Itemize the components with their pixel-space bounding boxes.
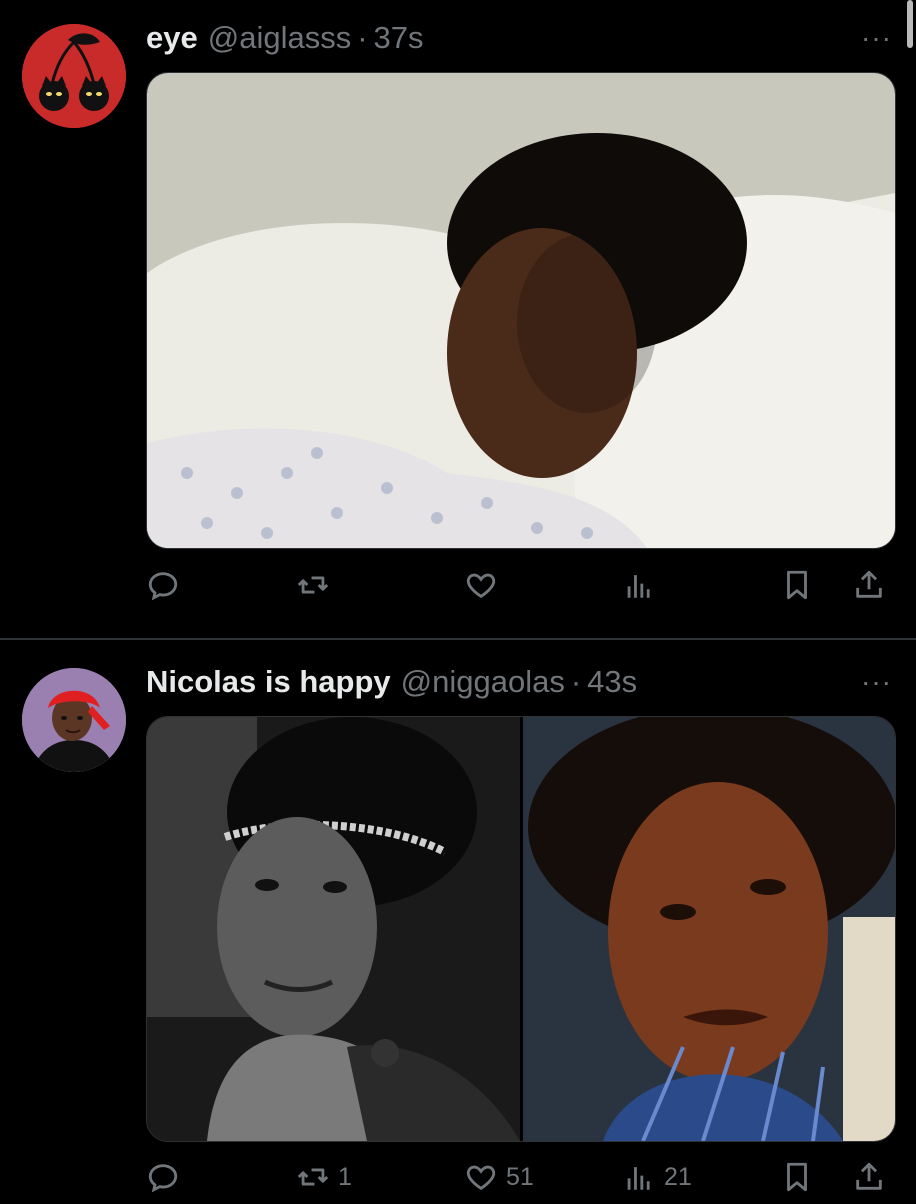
bookmark-button[interactable] xyxy=(780,1160,814,1194)
separator: · xyxy=(357,20,368,55)
share-icon xyxy=(856,1162,882,1190)
like-icon xyxy=(466,1165,496,1190)
cherry-cats-avatar-image xyxy=(22,24,126,128)
more-icon[interactable]: ··· xyxy=(861,22,892,54)
reply-button[interactable] xyxy=(146,568,188,602)
more-icon[interactable]: ··· xyxy=(861,666,892,698)
retweet-button[interactable] xyxy=(296,568,338,602)
photo-black-and-white-portrait[interactable] xyxy=(147,717,520,1141)
tweet-actions xyxy=(146,568,894,612)
photo-color-portrait[interactable] xyxy=(523,717,895,1141)
hospital-bed-photo-image xyxy=(147,73,895,548)
reply-button[interactable] xyxy=(146,1160,188,1194)
bookmark-icon xyxy=(787,570,807,600)
bw-portrait-photo-image xyxy=(147,717,520,1141)
handle[interactable]: @niggaolas xyxy=(401,664,565,700)
timestamp[interactable]: 43s xyxy=(587,664,637,700)
display-name[interactable]: Nicolas is happy xyxy=(146,664,391,700)
avatar[interactable] xyxy=(22,24,126,128)
views-count: 21 xyxy=(664,1162,692,1191)
like-button[interactable]: 51 xyxy=(464,1160,534,1194)
retweet-icon xyxy=(297,1168,329,1186)
bookmark-icon xyxy=(787,1162,807,1192)
bookmark-button[interactable] xyxy=(780,568,814,602)
retweet-icon xyxy=(297,576,329,594)
like-button[interactable] xyxy=(464,568,506,602)
tweet-media[interactable] xyxy=(146,72,896,549)
color-portrait-photo-image xyxy=(523,717,895,1141)
like-count: 51 xyxy=(506,1162,534,1191)
share-icon xyxy=(856,570,882,598)
tweet-header: eye @aiglasss · 37s xyxy=(146,20,424,60)
share-button[interactable] xyxy=(852,1160,886,1194)
tweet-media[interactable] xyxy=(146,716,896,1142)
handle[interactable]: @aiglasss xyxy=(208,20,351,56)
retweet-button[interactable]: 1 xyxy=(296,1160,352,1194)
reply-icon xyxy=(148,572,178,601)
timestamp[interactable]: 37s xyxy=(374,20,424,56)
views-button[interactable] xyxy=(622,568,664,602)
avatar[interactable] xyxy=(22,668,126,772)
reply-icon xyxy=(148,1164,178,1193)
photo-hospital-bed[interactable] xyxy=(147,73,895,548)
like-icon xyxy=(466,573,496,598)
views-icon xyxy=(627,1167,650,1190)
share-button[interactable] xyxy=(852,568,886,602)
display-name[interactable]: eye xyxy=(146,20,198,56)
tweet-header: Nicolas is happy @niggaolas · 43s xyxy=(146,664,637,704)
tweet-actions: 1 51 21 xyxy=(146,1160,894,1204)
separator: · xyxy=(570,664,582,699)
retweet-count: 1 xyxy=(338,1162,352,1191)
illustrated-person-avatar-image xyxy=(22,668,126,772)
tweet[interactable]: eye @aiglasss · 37s ··· xyxy=(0,0,916,640)
tweet[interactable]: Nicolas is happy @niggaolas · 43s ··· 1 … xyxy=(0,640,916,1200)
views-button[interactable]: 21 xyxy=(622,1160,692,1194)
views-icon xyxy=(627,575,650,598)
